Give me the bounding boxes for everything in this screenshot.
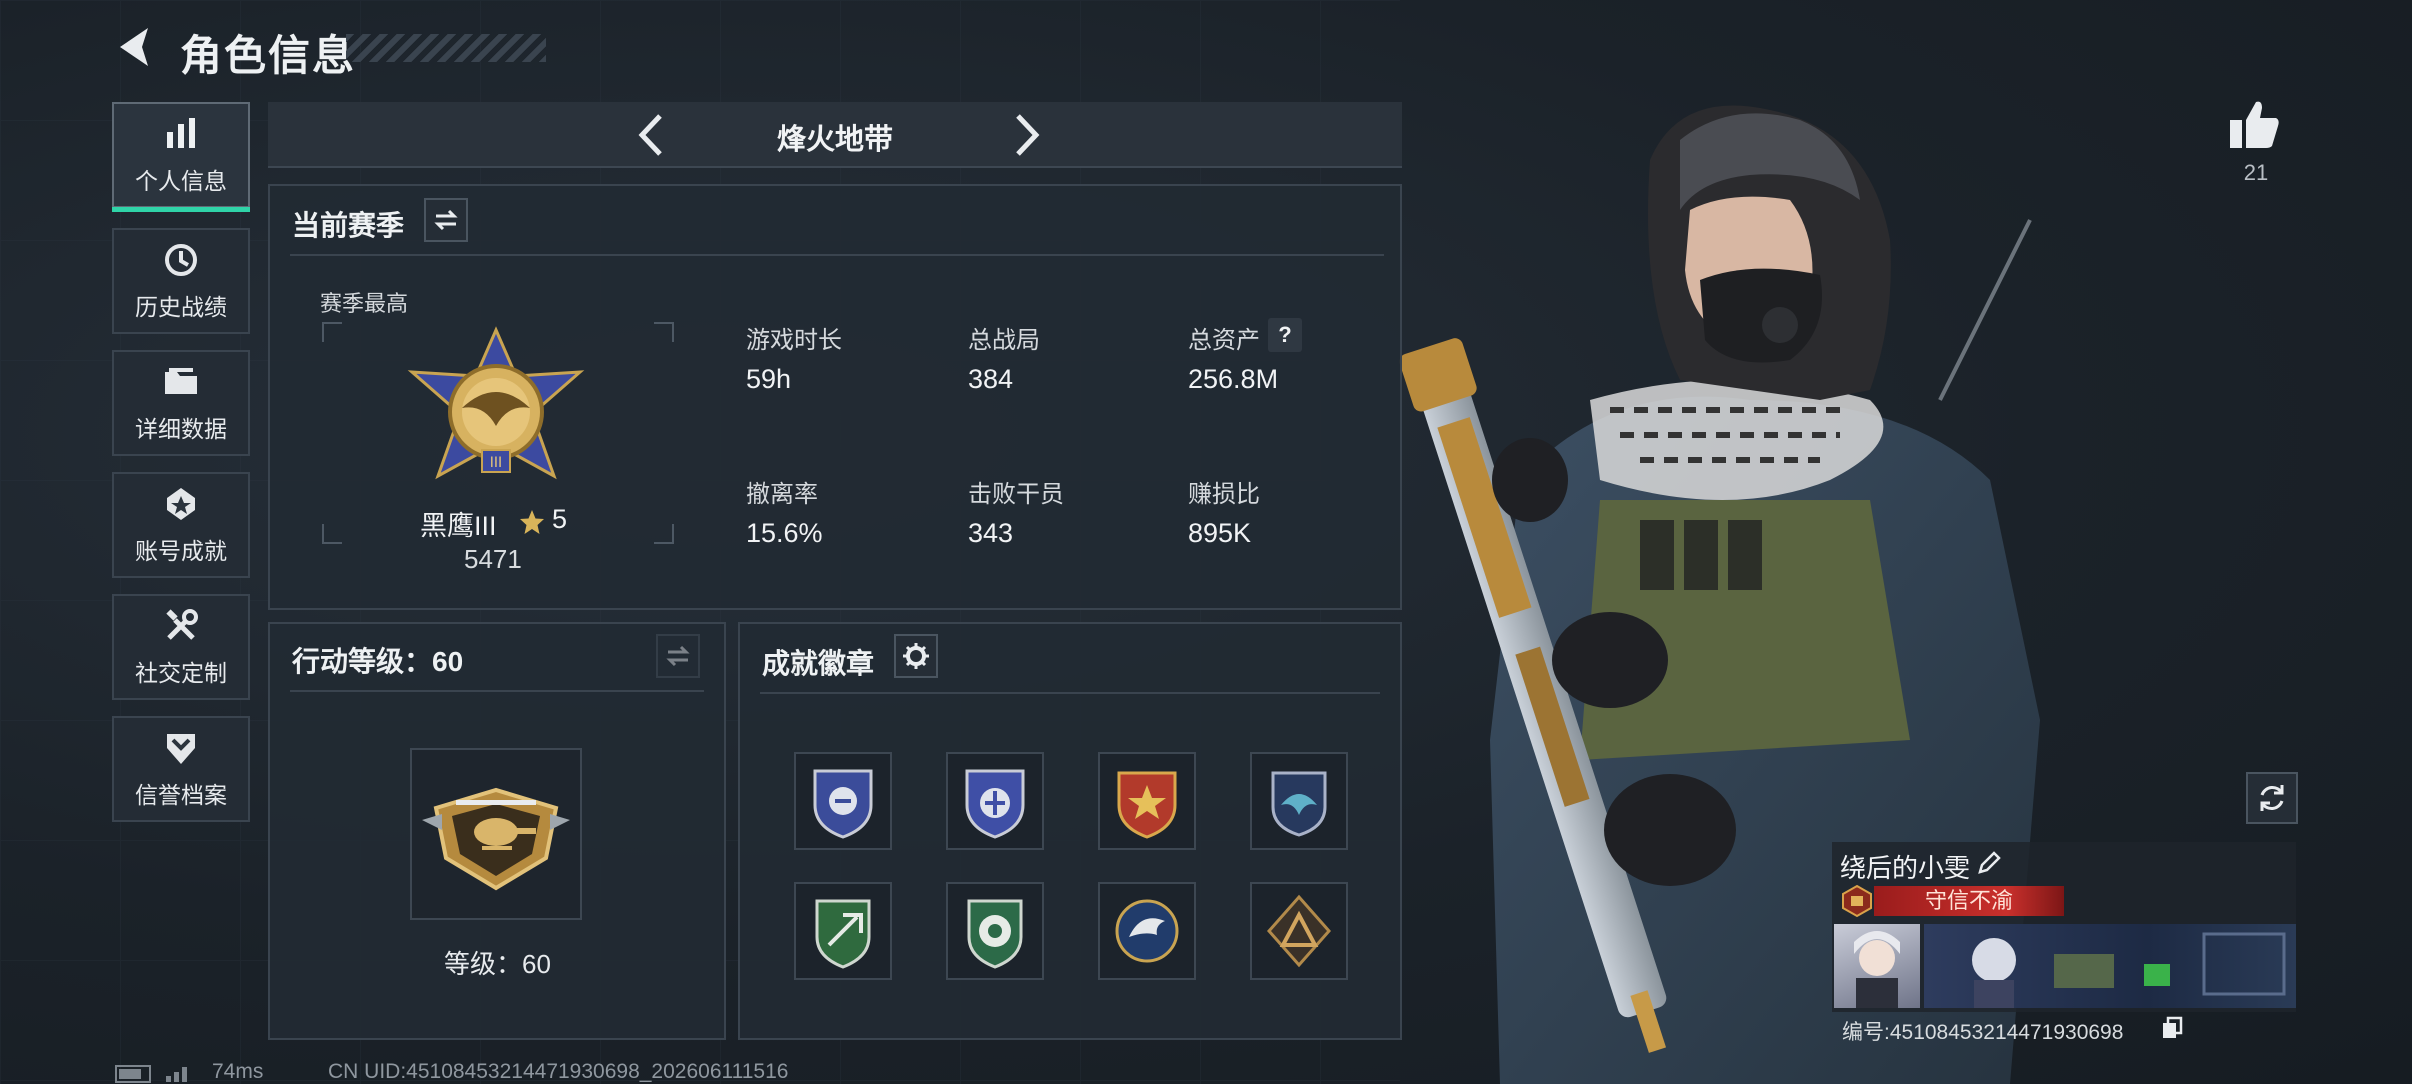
svg-text:III: III (490, 455, 502, 471)
avatar-portrait-icon (1854, 931, 1900, 1008)
switch-season-button[interactable] (424, 198, 468, 242)
season-divider (290, 254, 1384, 256)
stat-label-extraction-rate: 撤离率 (746, 481, 818, 508)
badge-settings-button[interactable] (894, 634, 938, 678)
blue-shield-badge-icon (813, 769, 873, 839)
player-name: 绕后的小雯 (1840, 853, 1971, 883)
page-title: 角色信息 (180, 32, 357, 79)
mode-selector: 烽火地带 (268, 102, 1402, 168)
level-text: 等级：60 (444, 949, 551, 979)
rank-stars: 5 (552, 504, 568, 534)
uid-text: CN UID:45108453214471930698_202606111516 (328, 1060, 789, 1083)
season-title: 当前赛季 (292, 210, 405, 241)
like-count: 21 (2243, 160, 2269, 185)
stat-value-playtime: 59h (746, 364, 792, 394)
bronze-triangle-badge-icon (1266, 894, 1332, 968)
helicopter-badge-icon (422, 787, 570, 891)
sidebar-item-label: 账号成就 (135, 538, 227, 564)
shield-chevron-icon (167, 734, 195, 764)
folder-icon (165, 368, 197, 394)
rank-points: 5471 (464, 544, 522, 574)
title-stripes (346, 34, 546, 62)
stat-label-operators-defeated: 击败干员 (968, 481, 1064, 508)
sidebar-item-personal-info[interactable]: 个人信息 (112, 102, 250, 212)
battery-signal-icon (115, 1065, 187, 1083)
badge-blue-shield[interactable] (794, 752, 892, 850)
badge-bronze-triangle[interactable] (1250, 882, 1348, 980)
stat-label-playtime: 游戏时长 (746, 327, 842, 354)
badge-red-star[interactable] (1098, 752, 1196, 850)
badge-green-shield[interactable] (794, 882, 892, 980)
ping-text: 74ms (212, 1060, 264, 1083)
stat-value-extraction-rate: 15.6% (746, 518, 823, 548)
sidebar-item-history[interactable]: 历史战绩 (112, 228, 250, 334)
stat-value-total-matches: 384 (968, 364, 1014, 394)
badge-eagle-head[interactable] (1098, 882, 1196, 980)
sidebar-item-detailed-data[interactable]: 详细数据 (112, 350, 250, 456)
green-flower-badge-icon (967, 899, 1023, 969)
frame-corner (654, 322, 674, 342)
stat-value-profit-loss-ratio: 895K (1188, 518, 1252, 548)
rank-emblem-icon: III (407, 326, 585, 480)
player-title-badge: 守信不渝 (1874, 886, 2064, 916)
copy-icon[interactable] (2160, 1016, 2184, 1040)
eagle-head-badge-icon (1115, 899, 1179, 963)
sidebar-item-label: 社交定制 (135, 660, 227, 686)
action-level-title: 行动等级：60 (292, 646, 464, 677)
green-shield-badge-icon (815, 899, 871, 969)
sidebar-item-label: 详细数据 (135, 416, 227, 442)
stat-value-total-assets: 256.8M (1188, 364, 1279, 394)
navy-eagle-badge-icon (1271, 771, 1327, 837)
namecard-art-icon (1972, 932, 2286, 1008)
namecard-banner (1924, 924, 2296, 1008)
sidebar-item-label: 个人信息 (135, 168, 227, 194)
stat-label-total-assets: 总资产 (1188, 327, 1260, 354)
badge-navy-eagle[interactable] (1250, 752, 1348, 850)
star-icon (520, 510, 544, 534)
player-avatar (1834, 924, 1920, 1008)
thumbs-up-icon[interactable] (2226, 96, 2282, 152)
rank-name: 黑鹰III (420, 511, 497, 541)
stat-value-operators-defeated: 343 (968, 518, 1014, 548)
sidebar-item-reputation[interactable]: 信誉档案 (112, 716, 250, 822)
level-badge-frame (410, 748, 582, 920)
stat-label-profit-loss-ratio: 赚损比 (1188, 481, 1260, 508)
badge-green-flower[interactable] (946, 882, 1044, 980)
gear-icon (903, 643, 929, 669)
sidebar-item-label: 信誉档案 (135, 782, 227, 808)
edit-pencil-icon[interactable] (1976, 850, 2002, 876)
mode-name: 烽火地带 (776, 124, 893, 156)
sidebar-item-social-custom[interactable]: 社交定制 (112, 594, 250, 700)
frame-corner (322, 524, 342, 544)
chevron-right-icon[interactable] (1000, 108, 1050, 162)
tools-icon (166, 609, 198, 640)
sidebar-item-achievements[interactable]: 账号成就 (112, 472, 250, 578)
player-id: 编号:45108453214471930698 (1842, 1021, 2124, 1044)
badges-divider (760, 692, 1380, 694)
title-emblem-icon (1842, 884, 1872, 918)
red-star-badge-icon (1117, 771, 1177, 839)
history-icon (165, 244, 197, 276)
help-button[interactable]: ? (1268, 318, 1302, 352)
season-best-label: 赛季最高 (320, 291, 409, 316)
badge-blue-shield-2[interactable] (946, 752, 1044, 850)
switch-level-button[interactable] (656, 634, 700, 678)
sidebar-item-label: 历史战绩 (135, 294, 227, 320)
swap-icon (666, 645, 690, 667)
blue-shield-badge-2-icon (965, 769, 1025, 839)
achievement-icon (167, 488, 195, 520)
rotate-button[interactable] (2246, 772, 2298, 824)
swap-icon (434, 209, 458, 231)
badges-title: 成就徽章 (762, 648, 875, 679)
refresh-icon (2260, 785, 2284, 811)
stat-label-total-matches: 总战局 (968, 327, 1040, 354)
bar-chart-icon (167, 118, 195, 148)
action-level-divider (290, 690, 704, 692)
back-arrow-icon[interactable] (112, 24, 158, 70)
frame-corner (322, 322, 342, 342)
frame-corner (654, 524, 674, 544)
